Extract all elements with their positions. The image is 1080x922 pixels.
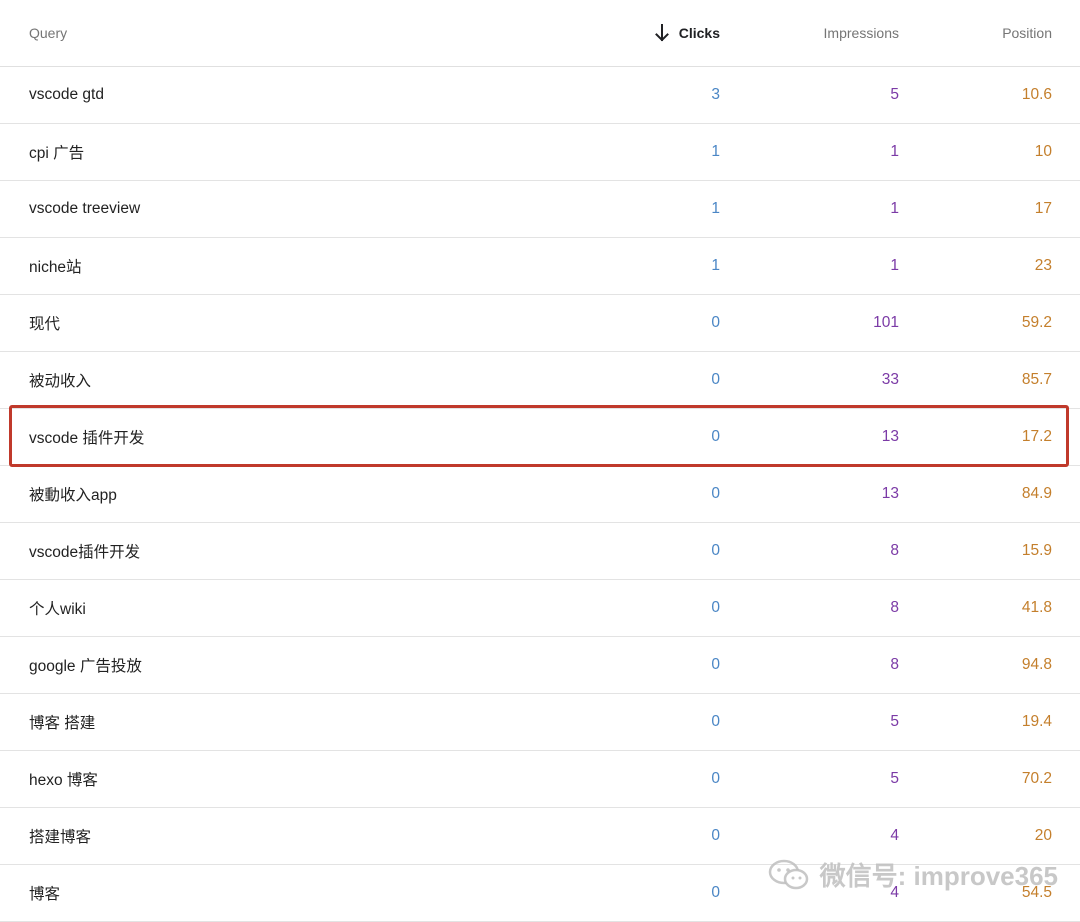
query-cell: cpi 广告 bbox=[29, 145, 85, 162]
watermark: 微信号: improve365 bbox=[768, 856, 1058, 893]
clicks-cell: 1 bbox=[711, 200, 720, 217]
impressions-cell: 13 bbox=[881, 428, 899, 445]
query-cell: 被動收入app bbox=[29, 487, 117, 504]
impressions-cell: 8 bbox=[890, 656, 899, 673]
table-row[interactable]: cpi 广告 1 1 10 bbox=[0, 124, 1080, 181]
table-row[interactable]: 个人wiki 0 8 41.8 bbox=[0, 580, 1080, 637]
clicks-cell: 1 bbox=[711, 257, 720, 274]
query-cell: 搭建博客 bbox=[29, 829, 92, 846]
position-cell: 94.8 bbox=[1021, 656, 1052, 673]
table-header: Query Clicks Impressions Position bbox=[0, 0, 1080, 67]
clicks-cell: 0 bbox=[711, 542, 720, 559]
table-row[interactable]: 博客 搭建 0 5 19.4 bbox=[0, 694, 1080, 751]
position-cell: 41.8 bbox=[1021, 599, 1052, 616]
query-cell: vscode插件开发 bbox=[29, 544, 141, 561]
query-cell: vscode gtd bbox=[29, 86, 104, 103]
impressions-cell: 13 bbox=[881, 485, 899, 502]
clicks-cell: 0 bbox=[711, 884, 720, 901]
table-row[interactable]: 被動收入app 0 13 84.9 bbox=[0, 466, 1080, 523]
clicks-cell: 0 bbox=[711, 428, 720, 445]
impressions-cell: 5 bbox=[890, 86, 899, 103]
header-query[interactable]: Query bbox=[29, 0, 67, 66]
impressions-cell: 33 bbox=[881, 371, 899, 388]
header-query-label: Query bbox=[29, 25, 68, 41]
query-cell: google 广告投放 bbox=[29, 658, 142, 675]
clicks-cell: 1 bbox=[711, 143, 720, 160]
table-row[interactable]: vscode插件开发 0 8 15.9 bbox=[0, 523, 1080, 580]
table-row[interactable]: vscode treeview 1 1 17 bbox=[0, 181, 1080, 238]
impressions-cell: 1 bbox=[890, 257, 899, 274]
position-cell: 70.2 bbox=[1021, 770, 1052, 787]
header-impressions-label: Impressions bbox=[823, 25, 899, 41]
query-cell: 博客 bbox=[29, 886, 61, 903]
impressions-cell: 101 bbox=[873, 314, 899, 331]
clicks-cell: 0 bbox=[711, 713, 720, 730]
clicks-cell: 0 bbox=[711, 371, 720, 388]
position-cell: 19.4 bbox=[1021, 713, 1052, 730]
watermark-text: 微信号: improve365 bbox=[819, 861, 1058, 891]
query-cell: 被动收入 bbox=[29, 373, 92, 390]
impressions-cell: 5 bbox=[890, 770, 899, 787]
header-impressions[interactable]: Impressions bbox=[824, 0, 899, 66]
query-cell: 个人wiki bbox=[29, 601, 86, 618]
position-cell: 10 bbox=[1034, 143, 1052, 160]
position-cell: 85.7 bbox=[1021, 371, 1052, 388]
table-row[interactable]: hexo 博客 0 5 70.2 bbox=[0, 751, 1080, 808]
table-row[interactable]: 被动收入 0 33 85.7 bbox=[0, 352, 1080, 409]
header-clicks-label: Clicks bbox=[678, 25, 720, 41]
position-cell: 17 bbox=[1034, 200, 1052, 217]
table-body: vscode gtd 3 5 10.6 cpi 广告 1 1 10 vscode treevie… bbox=[0, 67, 1080, 922]
table-row[interactable]: 现代 0 101 59.2 bbox=[0, 295, 1080, 352]
position-cell: 17.2 bbox=[1021, 428, 1052, 445]
wechat-icon bbox=[768, 859, 808, 889]
table-row[interactable]: niche站 1 1 23 bbox=[0, 238, 1080, 295]
header-position-label: Position bbox=[1002, 25, 1052, 41]
clicks-cell: 0 bbox=[711, 599, 720, 616]
header-clicks[interactable]: Clicks bbox=[654, 0, 720, 66]
impressions-cell: 8 bbox=[890, 542, 899, 559]
query-cell: niche站 bbox=[29, 259, 82, 276]
position-cell: 84.9 bbox=[1021, 485, 1052, 502]
position-cell: 10.6 bbox=[1021, 86, 1052, 103]
clicks-cell: 0 bbox=[711, 770, 720, 787]
clicks-cell: 0 bbox=[711, 485, 720, 502]
clicks-cell: 0 bbox=[711, 827, 720, 844]
query-cell: hexo 博客 bbox=[29, 772, 98, 789]
clicks-cell: 0 bbox=[711, 656, 720, 673]
query-table: Query Clicks Impressions Position vscode… bbox=[0, 0, 1080, 922]
position-cell: 15.9 bbox=[1021, 542, 1052, 559]
header-position[interactable]: Position bbox=[1002, 0, 1052, 66]
table-row[interactable]: google 广告投放 0 8 94.8 bbox=[0, 637, 1080, 694]
clicks-cell: 3 bbox=[711, 86, 720, 103]
impressions-cell: 8 bbox=[890, 599, 899, 616]
query-cell: vscode treeview bbox=[29, 200, 141, 217]
table-row[interactable]: vscode gtd 3 5 10.6 bbox=[0, 67, 1080, 124]
arrow-down-icon bbox=[654, 24, 669, 42]
query-cell: 博客 搭建 bbox=[29, 715, 96, 732]
position-cell: 23 bbox=[1034, 257, 1052, 274]
table-row[interactable]: vscode 插件开发 0 13 17.2 bbox=[0, 409, 1080, 466]
impressions-cell: 5 bbox=[890, 713, 899, 730]
impressions-cell: 1 bbox=[890, 143, 899, 160]
position-cell: 59.2 bbox=[1021, 314, 1052, 331]
impressions-cell: 1 bbox=[890, 200, 899, 217]
query-cell: 现代 bbox=[29, 316, 61, 333]
query-cell: vscode 插件开发 bbox=[29, 430, 145, 447]
clicks-cell: 0 bbox=[711, 314, 720, 331]
